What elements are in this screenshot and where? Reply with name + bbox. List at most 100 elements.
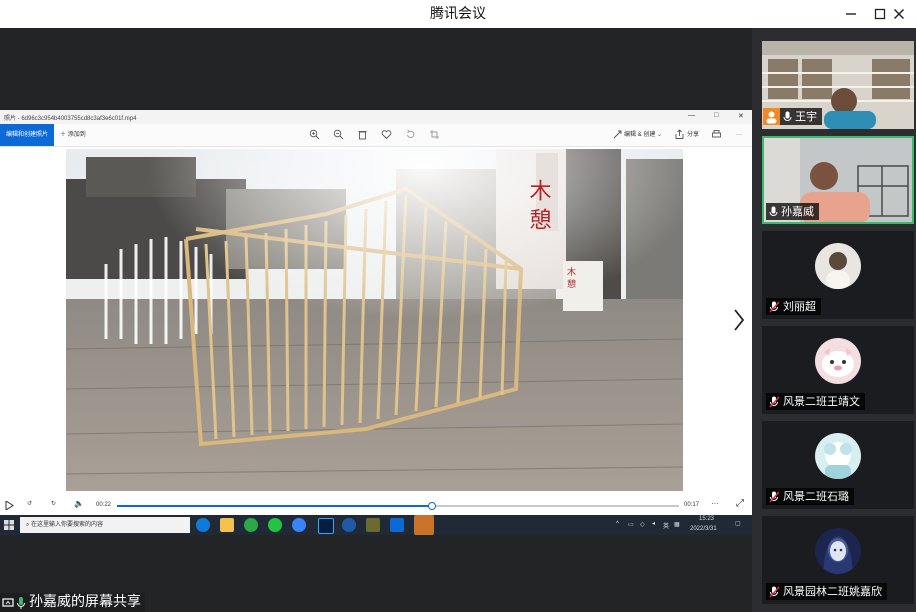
windows-start-icon[interactable] <box>4 520 14 530</box>
chevron-down-icon: ⌄ <box>657 132 663 138</box>
participant-tile[interactable]: 风景二班石璐 <box>762 421 914 509</box>
taskbar-search-box[interactable]: ⌕ 在这里输入你要搜索的内容 <box>20 517 190 533</box>
participant-nametag: 刘丽超 <box>766 298 821 315</box>
participant-tile-active-speaker[interactable]: 孙嘉威 <box>762 136 914 224</box>
play-icon[interactable] <box>5 501 14 510</box>
microphone-icon <box>769 206 778 216</box>
progress-knob[interactable] <box>427 502 436 510</box>
microphone-icon <box>783 111 792 121</box>
print-icon[interactable] <box>711 129 722 140</box>
banner-text: 木 憩 <box>526 179 552 230</box>
video-app-icon[interactable] <box>244 518 258 532</box>
taskbar-clock-date: 2022/3/31 <box>690 526 717 532</box>
shared-window: 照片 - 6d96c3c954b4003755cd8c3af3e6c01f.mp… <box>0 110 752 535</box>
add-to-button[interactable]: ＋ 添加到 <box>60 124 86 146</box>
open-photos-app-button[interactable]: 编辑和创建照片 <box>0 124 54 146</box>
participant-name: 风景二班石璐 <box>783 490 849 503</box>
close-icon <box>894 9 904 19</box>
battery-icon: ▭ <box>628 522 634 528</box>
participant-tile[interactable]: 王宇 <box>762 41 914 129</box>
current-time: 00:22 <box>96 502 112 508</box>
participant-name: 王宇 <box>795 110 817 123</box>
remaining-time: 00:17 <box>684 502 700 508</box>
skip-forward-icon[interactable]: ↻ <box>51 500 56 507</box>
participant-tile[interactable]: 风景二班王靖文 <box>762 326 914 414</box>
fullscreen-icon[interactable]: ⤢ <box>736 498 744 509</box>
tray-volume-icon[interactable]: ◂ <box>652 520 655 527</box>
edit-create-icon <box>613 130 622 139</box>
search-icon: ⌕ <box>26 522 30 528</box>
app-title: 腾讯会议 <box>430 6 486 22</box>
viewer-minimize-icon[interactable]: — <box>688 112 695 119</box>
volume-icon[interactable]: 🔈 <box>74 499 84 508</box>
skip-back-icon[interactable]: ↺ <box>27 500 32 507</box>
edit-create-button[interactable]: 编辑 & 创建 ⌄ <box>624 124 662 146</box>
zoom-out-icon[interactable] <box>333 129 344 140</box>
plus-icon: ＋ <box>60 132 67 138</box>
progress-fill <box>117 505 432 507</box>
screen-share-label: 孙嘉威的屏幕共享 <box>0 593 145 612</box>
participant-nametag: 风景园林二班姚嘉欣 <box>766 583 887 600</box>
small-sign-text: 木 憩 <box>565 266 576 288</box>
tencent-meeting-icon[interactable] <box>292 518 306 532</box>
taskbar-search-placeholder: 在这里输入你要搜索的内容 <box>31 522 104 528</box>
participant-avatar <box>815 433 861 479</box>
heart-icon[interactable] <box>381 129 392 140</box>
photo-file-name: 照片 - 6d96c3c954b4003755cd8c3af3e6c01f.mp… <box>4 116 137 122</box>
close-button[interactable] <box>882 0 916 28</box>
crop-icon[interactable] <box>429 129 440 140</box>
participant-name: 风景二班王靖文 <box>783 395 860 408</box>
participant-tile[interactable]: 风景园林二班姚嘉欣 <box>762 516 914 604</box>
participant-nametag: 王宇 <box>763 108 822 125</box>
active-app-icon[interactable] <box>414 515 434 535</box>
user-avatar-icon <box>763 108 780 125</box>
photoshop-icon[interactable] <box>318 518 334 534</box>
microphone-muted-icon <box>769 491 780 502</box>
video-frame-area: 木 憩 木 憩 <box>0 147 752 499</box>
microphone-muted-icon <box>769 301 780 312</box>
ime-label[interactable]: 英 <box>663 521 669 530</box>
taskbar-app-icon-8[interactable] <box>366 518 380 532</box>
photo-viewer-titlebar: 照片 - 6d96c3c954b4003755cd8c3af3e6c01f.mp… <box>0 110 752 124</box>
participant-name: 孙嘉威 <box>781 205 814 218</box>
edge-icon[interactable] <box>196 518 210 532</box>
progress-track[interactable] <box>117 502 679 510</box>
microphone-muted-icon <box>769 396 780 407</box>
minimize-icon <box>846 13 856 15</box>
participant-avatar <box>815 243 861 289</box>
zoom-in-icon[interactable] <box>309 129 320 140</box>
delete-icon[interactable] <box>357 129 368 140</box>
viewer-close-icon[interactable]: ✕ <box>738 112 744 120</box>
share-icon <box>675 129 684 139</box>
screen-share-icon <box>2 597 14 607</box>
title-bar: 腾讯会议 <box>0 0 916 28</box>
video-frame: 木 憩 木 憩 <box>66 149 683 491</box>
wechat-icon[interactable] <box>268 518 282 532</box>
next-photo-icon[interactable] <box>732 308 746 332</box>
participant-nametag: 风景二班石璐 <box>766 488 854 505</box>
participant-avatar <box>815 528 861 574</box>
rotate-icon[interactable] <box>405 129 416 140</box>
add-to-label: 添加到 <box>67 132 86 138</box>
video-player-bar: ↺ ↻ 🔈 00:22 00:17 ··· ⤢ <box>0 496 752 515</box>
windows-taskbar: ⌕ 在这里输入你要搜索的内容 ^ ▭ ◇ ◂ 英 ▦ 15:23 2022/3/… <box>0 515 752 535</box>
photos-app-icon[interactable] <box>390 518 404 532</box>
photo-viewer-toolbar: 编辑和创建照片 ＋ 添加到 编辑 & 创建 ⌄ 分享 ··· <box>0 124 752 147</box>
participant-tile[interactable]: 刘丽超 <box>762 231 914 319</box>
participant-name: 风景园林二班姚嘉欣 <box>783 585 882 598</box>
file-explorer-icon[interactable] <box>220 518 234 532</box>
network-icon: ◇ <box>640 522 645 528</box>
notification-icon[interactable]: ▢ <box>735 520 741 527</box>
participant-avatar <box>815 338 861 384</box>
more-options-icon[interactable]: ··· <box>736 124 742 146</box>
microphone-muted-icon <box>769 586 780 597</box>
player-more-icon[interactable]: ··· <box>711 499 719 508</box>
tray-chevron-up-icon[interactable]: ^ <box>616 521 619 527</box>
edit-create-label: 编辑 & 创建 <box>624 132 656 138</box>
participant-name: 刘丽超 <box>783 300 816 313</box>
viewer-maximize-icon[interactable]: □ <box>714 112 718 119</box>
share-button[interactable]: 分享 <box>687 124 699 146</box>
shared-screen-stage: 照片 - 6d96c3c954b4003755cd8c3af3e6c01f.mp… <box>0 28 752 612</box>
taskbar-app-icon-7[interactable] <box>342 518 356 532</box>
sharer-name-label: 孙嘉威的屏幕共享 <box>29 594 141 610</box>
